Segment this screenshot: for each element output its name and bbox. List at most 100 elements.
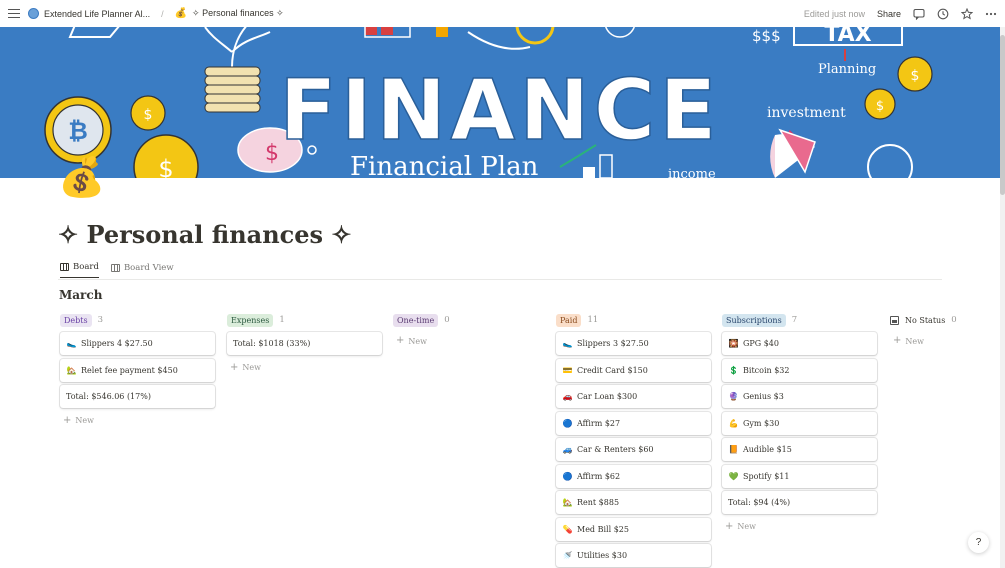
svg-text:$: $ — [158, 155, 173, 178]
card-title: Slippers 3 $27.50 — [577, 339, 649, 348]
cover-label-plan: Financial Plan — [350, 152, 539, 178]
scrollbar-thumb[interactable] — [1000, 35, 1005, 195]
board-card[interactable]: 🚿 Utilities $30 — [556, 544, 711, 567]
tabs-divider — [58, 279, 942, 280]
board-card[interactable]: 💊 Med Bill $25 — [556, 517, 711, 541]
edited-status: Edited just now — [803, 8, 865, 19]
sidebar-toggle-icon[interactable] — [8, 8, 20, 19]
card-title: Med Bill $25 — [577, 524, 629, 534]
card-emoji-icon: 🎇 — [728, 339, 739, 348]
board-card[interactable]: 💳 Credit Card $150 — [556, 358, 711, 382]
star-icon[interactable] — [961, 7, 973, 20]
breadcrumb-current[interactable]: ✧ Personal finances ✧ — [192, 8, 284, 19]
board-card[interactable]: 🥿 Slippers 4 $27.50 — [60, 332, 215, 355]
card-title: Total: $546.06 (17%) — [66, 392, 151, 401]
cover-label-income: income — [668, 167, 716, 178]
plus-icon: + — [230, 361, 239, 373]
top-bar: Extended Life Planner Al... / 💰 ✧ Person… — [0, 0, 1005, 27]
svg-text:$: $ — [265, 141, 279, 166]
board-card[interactable]: Total: $1018 (33%) — [227, 332, 382, 355]
column-1: Expenses 1 Total: $1018 (33%) + New — [227, 313, 383, 377]
tab-board-view[interactable]: Board View — [110, 262, 174, 278]
card-emoji-icon: 💚 — [728, 471, 739, 481]
board-card[interactable]: 🔵 Affirm $62 — [556, 464, 711, 488]
column-no-status: No Status 0 + New — [890, 313, 990, 350]
column-tag[interactable]: Debts — [60, 313, 92, 327]
card-title: Spotify $11 — [743, 471, 790, 481]
cover-label-dollars: $$$ — [752, 27, 781, 45]
clock-icon[interactable] — [937, 8, 949, 20]
breadcrumb-separator: / — [161, 8, 164, 19]
column-tag[interactable]: Paid — [556, 313, 582, 327]
money-bag-icon: 💰 — [174, 8, 188, 19]
card-emoji-icon: 🚙 — [562, 445, 573, 454]
card-title: Car Loan $300 — [577, 392, 638, 401]
more-options-icon[interactable] — [985, 8, 997, 20]
tab-board-label: Board — [73, 262, 99, 272]
comment-icon[interactable] — [913, 8, 925, 20]
card-title: Total: $1018 (33%) — [233, 339, 311, 348]
tab-board[interactable]: Board — [60, 262, 99, 278]
new-card-button[interactable]: + New — [722, 518, 878, 536]
new-card-button[interactable]: + New — [393, 332, 549, 350]
board-card[interactable]: 💲 Bitcoin $32 — [722, 358, 877, 382]
card-title: Rent $885 — [577, 498, 620, 507]
card-title: Affirm $62 — [577, 471, 621, 481]
column-4: Subscriptions 7 🎇 GPG $40 💲 Bitcoin $32 🔮 Geniu… — [722, 313, 878, 536]
new-card-button[interactable]: + New — [60, 412, 216, 430]
board-card[interactable]: 🥿 Slippers 3 $27.50 — [556, 332, 711, 355]
card-emoji-icon: 🥿 — [562, 339, 573, 348]
new-label: New — [75, 416, 94, 425]
new-card-button[interactable]: + New — [227, 359, 383, 377]
card-title: Slippers 4 $27.50 — [81, 339, 153, 348]
board-card[interactable]: 🔵 Affirm $27 — [556, 411, 711, 435]
new-label: New — [737, 522, 756, 531]
column-count: 1 — [279, 315, 285, 325]
board-card[interactable]: 💪 Gym $30 — [722, 411, 877, 435]
card-emoji-icon: 📙 — [728, 445, 739, 454]
board-card[interactable]: 🎇 GPG $40 — [722, 332, 877, 355]
card-emoji-icon: 🚿 — [562, 551, 573, 560]
svg-text:$: $ — [911, 68, 920, 84]
board-card[interactable]: 💚 Spotify $11 — [722, 464, 877, 488]
svg-text:$: $ — [144, 107, 153, 123]
column-label[interactable]: No Status — [905, 316, 945, 325]
plus-icon: + — [63, 414, 72, 426]
cover-image[interactable]: ₿ $ $ $ FINANCE Financial Plan $$$ TAX P… — [0, 27, 1000, 178]
column-2: One-time 0 + New — [393, 313, 549, 350]
card-emoji-icon: 💲 — [728, 365, 739, 375]
help-button[interactable]: ? — [968, 532, 989, 553]
card-title: Audible $15 — [743, 445, 792, 454]
board-card[interactable]: Total: $546.06 (17%) — [60, 385, 215, 408]
page-title[interactable]: ✧ Personal finances ✧ — [58, 220, 352, 249]
new-card-button[interactable]: + New — [890, 332, 990, 350]
breadcrumb-parent[interactable]: Extended Life Planner Al... — [44, 9, 150, 19]
card-title: Genius $3 — [743, 392, 784, 401]
group-title[interactable]: March — [59, 288, 102, 302]
board-card[interactable]: 🏡 Relet fee payment $450 — [60, 358, 215, 382]
board-card[interactable]: 🔮 Genius $3 — [722, 385, 877, 408]
card-emoji-icon: 🏡 — [66, 365, 77, 375]
page-icon[interactable]: 💰 — [58, 158, 105, 196]
share-button[interactable]: Share — [877, 9, 901, 19]
scrollbar[interactable] — [1000, 27, 1005, 568]
board-card[interactable]: 📙 Audible $15 — [722, 438, 877, 461]
board-card[interactable]: 🚗 Car Loan $300 — [556, 385, 711, 408]
column-tag[interactable]: One-time — [393, 313, 439, 327]
cover-label-planning: Planning — [818, 62, 876, 77]
column-count: 3 — [97, 315, 104, 325]
svg-text:₿: ₿ — [68, 117, 88, 145]
cover-label-tax: TAX — [824, 27, 871, 47]
new-label: New — [905, 336, 924, 346]
column-tag[interactable]: Subscriptions — [722, 313, 786, 327]
plus-icon: + — [893, 335, 902, 346]
board-card[interactable]: 🏡 Rent $885 — [556, 491, 711, 514]
new-label: New — [242, 363, 261, 372]
column-tag[interactable]: Expenses — [227, 313, 274, 327]
board-card[interactable]: 🚙 Car & Renters $60 — [556, 438, 711, 461]
card-emoji-icon: 🔵 — [562, 418, 573, 428]
view-tabs: Board Board View — [60, 262, 174, 278]
board-icon — [60, 263, 69, 271]
board-card[interactable]: Total: $94 (4%) — [722, 491, 877, 514]
cover-banner-text: FINANCE — [279, 61, 720, 159]
